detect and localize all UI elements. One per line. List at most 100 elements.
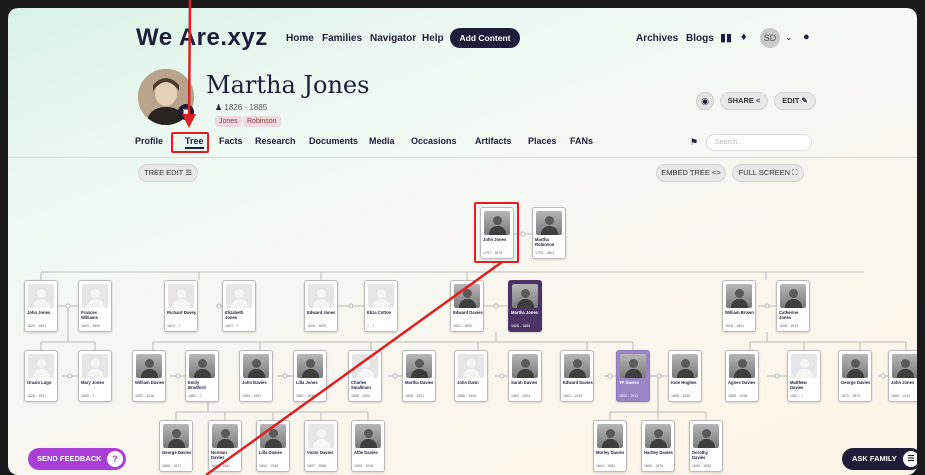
person-name: Lilla Jones [296,380,318,385]
person-dates: 1890 - 1962 [211,464,231,468]
person-placeholder-icon [28,354,54,378]
person-placeholder-icon [168,284,194,308]
person-photo [512,284,538,308]
person-card[interactable]: Morley Davies 1894 - 1981 [593,420,627,472]
person-dates: 1813 - ? [167,324,181,328]
person-dates: 1867 - ? [790,394,804,398]
person-card[interactable]: John Jones 1869 - 1910 [888,350,917,402]
person-card[interactable]: Richard Davey 1813 - ? [164,280,198,332]
person-card[interactable]: Edward Davies 1861 - 1939 [560,350,594,402]
person-placeholder-icon [28,284,54,308]
person-name: Sarah Davies [511,380,538,385]
person-photo [189,354,215,378]
person-name: George Davies [162,450,192,455]
person-card[interactable]: Martha Robinson 1793 - 1863 [532,207,566,259]
person-name: Matthew Davies [790,380,807,390]
person-card[interactable]: Martha Davies 1858 - 1921 [402,350,436,402]
person-photo [842,354,868,378]
person-card[interactable]: William Brown 1826 - 1891 [722,280,756,332]
person-card[interactable]: John Davies 1850 - 1931 [239,350,273,402]
person-name: Agnes Davies [728,380,756,385]
person-photo [672,354,698,378]
person-photo [892,354,917,378]
person-card[interactable]: Dorothy Davies 1905 - 1983 [689,420,723,472]
person-dates: 1821 - 1890 [453,324,473,328]
person-card[interactable]: Sarah Davies 1860 - 1904 [508,350,542,402]
person-dates: 1862 - ? [188,394,202,398]
person-photo [726,284,752,308]
person-dates: 1793 - 1863 [535,251,555,255]
person-dates: 1894 - 1981 [596,464,616,468]
person-card[interactable]: Frances Williams 1820 - 1896 [78,280,112,332]
person-photo [512,354,538,378]
person-photo [243,354,269,378]
person-photo [297,354,323,378]
person-dates: 1850 - 1931 [242,394,262,398]
person-placeholder-icon [308,284,334,308]
person-card[interactable]: George Davies 1870 - 1872 [838,350,872,402]
person-name: Hartley Davies [644,450,673,455]
person-card[interactable]: Mary Jones 1855 - ? [78,350,112,402]
person-name: Martha Jones [511,310,538,315]
person-card[interactable]: Edward Davies 1821 - 1890 [450,280,484,332]
person-dates: 1867 - 1945 [296,394,316,398]
person-dates: 1828 - 1915 [779,324,799,328]
person-photo [355,424,381,448]
person-name: Elizabeth Jones [225,310,244,320]
send-feedback-button[interactable]: SEND FEEDBACK ? [28,448,126,470]
person-dates: 1860 - 1904 [511,394,531,398]
person-card[interactable]: Alfie Davies 1900 - 1916 [351,420,385,472]
person-dates: 1824 - 1825 [307,324,327,328]
person-name: Martha Robinson [535,237,555,247]
app-window: We Are.xyz Home Families Navigator Help … [8,8,917,475]
person-card[interactable]: Lilla Jones 1867 - 1945 [293,350,327,402]
person-dates: 1869 - 1910 [891,394,911,398]
person-dates: 1820 - 1896 [81,324,101,328]
person-card[interactable]: Eliza Cotton ? - ? [364,280,398,332]
person-photo [597,424,623,448]
person-card[interactable]: Victor Davies 1897 - 1986 [304,420,338,472]
ask-family-button[interactable]: ASK FAMILY ☰ [842,448,917,470]
person-photo [136,354,162,378]
person-card[interactable]: Hartley Davies 1896 - 1976 [641,420,675,472]
person-name: Emily Bradford [188,380,206,390]
person-card[interactable]: Lilla Davies 1894 - 1945 [256,420,290,472]
person-name: John Jones [891,380,915,385]
person-card[interactable]: William Davies 1852 - 1916 [132,350,166,402]
person-name: Edward Jones [307,310,336,315]
person-card[interactable]: Elizabeth Jones 1821 - ? [222,280,256,332]
person-photo [645,424,671,448]
person-dates: 1826 - 1885 [511,324,531,328]
person-name: Edward Davies [453,310,483,315]
person-card[interactable]: Martha Jones 1826 - 1885 [508,280,542,332]
person-name: Victor Davies [307,450,334,455]
person-dates: 1826 - 1891 [725,324,745,328]
person-photo [454,284,480,308]
person-card[interactable]: Orazio Lugo 1828 - 1907 [24,350,58,402]
person-photo [163,424,189,448]
person-card[interactable]: Edward Jones 1824 - 1825 [304,280,338,332]
person-card[interactable]: George Davies 1888 - 1917 [159,420,193,472]
person-dates: 1858 - 1921 [405,394,425,398]
person-card[interactable]: John Dann 1856 - 1926 [454,350,488,402]
person-name: Richard Davey [167,310,197,315]
person-card[interactable]: Kate Hughes 1866 - 1935 [668,350,702,402]
person-photo [564,354,590,378]
person-card[interactable]: Matthew Davies 1867 - ? [787,350,821,402]
person-dates: ? - ? [367,324,375,328]
person-card[interactable]: TP Davies 1852 - 1932 [616,350,650,402]
person-dates: 1821 - ? [225,324,239,328]
person-name: Alfie Davies [354,450,378,455]
person-card[interactable]: Norman Davies 1890 - 1962 [208,420,242,472]
person-card[interactable]: Agnes Davies 1865 - 1938 [725,350,759,402]
person-name: Charles Smallman [351,380,371,390]
person-dates: 1861 - 1939 [563,394,583,398]
person-name: Morley Davies [596,450,625,455]
person-placeholder-icon [458,354,484,378]
person-photo [212,424,238,448]
person-card[interactable]: Emily Bradford 1862 - ? [185,350,219,402]
person-card[interactable]: John Jones 1820 - 1891 [24,280,58,332]
person-card[interactable]: Catherine Jones 1828 - 1915 [776,280,810,332]
person-dates: 1820 - 1891 [27,324,47,328]
person-card[interactable]: Charles Smallman 1855 - 1900 [348,350,382,402]
